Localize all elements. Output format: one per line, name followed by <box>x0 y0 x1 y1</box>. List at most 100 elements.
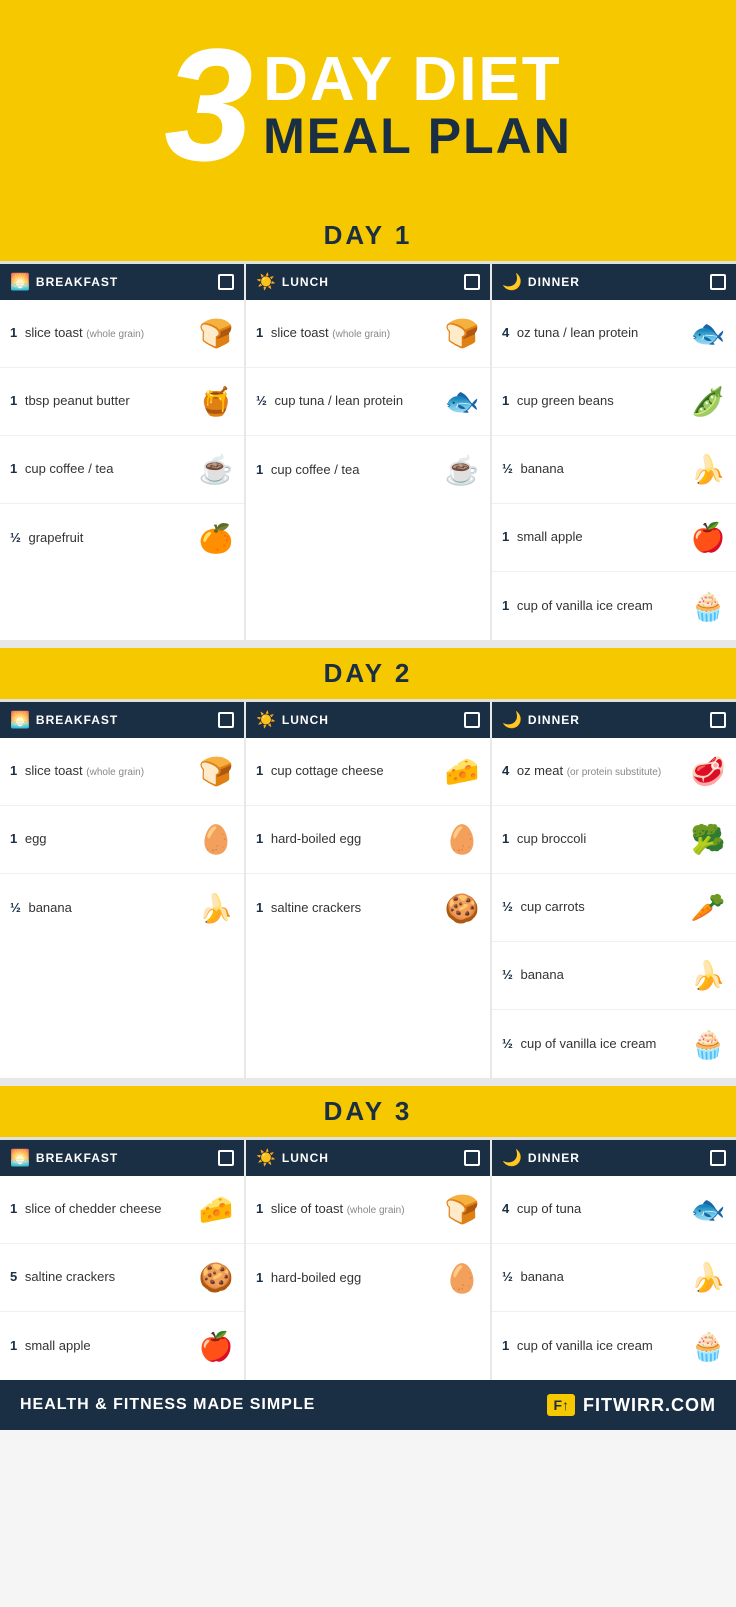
dinner-checkbox-day3[interactable] <box>710 1150 726 1166</box>
meal-item-name: cup of vanilla ice cream <box>517 598 653 613</box>
meal-item: 1 egg 🥚 <box>0 806 244 874</box>
meal-item-qty: 1 <box>502 529 513 544</box>
meal-item-text: 1 cup of vanilla ice cream <box>502 1338 684 1355</box>
dinner-col-day1: 🌙DINNER4 oz tuna / lean protein 🐟1 cup g… <box>492 264 736 640</box>
meal-item-name: cup cottage cheese <box>271 763 384 778</box>
meal-item-text: ½ banana <box>502 1269 684 1286</box>
meal-item-name: cup green beans <box>517 393 614 408</box>
meal-item-icon: 🍞 <box>444 1193 480 1226</box>
meal-item-icon: 🍪 <box>444 892 480 925</box>
meal-item-name: cup broccoli <box>517 831 586 846</box>
lunch-header-day3: ☀️LUNCH <box>246 1140 490 1176</box>
breakfast-checkbox-day2[interactable] <box>218 712 234 728</box>
meal-item: ½ cup tuna / lean protein 🐟 <box>246 368 490 436</box>
meal-item-text: 1 small apple <box>502 529 684 546</box>
meal-item-name: small apple <box>25 1338 91 1353</box>
meal-item-name: banana <box>520 1269 563 1284</box>
lunch-checkbox-day3[interactable] <box>464 1150 480 1166</box>
meal-item-icon: 🥚 <box>444 823 480 856</box>
meal-item-text: 5 saltine crackers <box>10 1269 192 1286</box>
meal-item: 1 slice toast (whole grain) 🍞 <box>246 300 490 368</box>
meal-item-icon: 🍞 <box>198 317 234 350</box>
lunch-header-day1: ☀️LUNCH <box>246 264 490 300</box>
meal-item-qty: ½ <box>10 530 24 545</box>
meal-item-icon: 🍯 <box>198 385 234 418</box>
lunch-checkbox-day1[interactable] <box>464 274 480 290</box>
meal-item-text: 1 slice toast (whole grain) <box>10 763 192 780</box>
meal-item-text: ½ cup of vanilla ice cream <box>502 1036 684 1053</box>
meal-item-name: slice of toast <box>271 1201 347 1216</box>
lunch-header-day2: ☀️LUNCH <box>246 702 490 738</box>
breakfast-icon-day3: 🌅 <box>10 1148 30 1168</box>
meal-item-icon: 🥚 <box>198 823 234 856</box>
day-banner-2: DAY 2 <box>0 648 736 699</box>
meal-item-name: slice of chedder cheese <box>25 1201 162 1216</box>
meal-item-icon: 🧁 <box>690 1330 726 1363</box>
meal-item-text: 1 hard-boiled egg <box>256 831 438 848</box>
meal-item-text: 1 slice toast (whole grain) <box>10 325 192 342</box>
meal-item-qty: 1 <box>10 461 21 476</box>
meal-item-name: hard-boiled egg <box>271 1270 361 1285</box>
meal-item-text: 1 small apple <box>10 1338 192 1355</box>
meal-item: ½ banana 🍌 <box>492 1244 736 1312</box>
meal-item-qty: 1 <box>10 325 21 340</box>
meal-item: 1 hard-boiled egg 🥚 <box>246 806 490 874</box>
meal-item-icon: 🥦 <box>690 823 726 856</box>
dinner-icon-day3: 🌙 <box>502 1148 522 1168</box>
meal-item-icon: 🍌 <box>690 1261 726 1294</box>
meal-item: 1 slice of chedder cheese 🧀 <box>0 1176 244 1244</box>
meal-item-icon: 🐟 <box>690 1193 726 1226</box>
meal-item-name: slice toast <box>271 325 332 340</box>
meal-item: 5 saltine crackers 🍪 <box>0 1244 244 1312</box>
meal-item-qty: ½ <box>10 900 24 915</box>
meal-item-qty: ½ <box>256 393 270 408</box>
breakfast-checkbox-day1[interactable] <box>218 274 234 290</box>
dinner-col-day2: 🌙DINNER4 oz meat (or protein substitute)… <box>492 702 736 1078</box>
footer-brand: F↑ FITWIRR.COM <box>547 1394 716 1416</box>
meal-item-name: banana <box>28 900 71 915</box>
meal-item-name: egg <box>25 831 47 846</box>
meal-item-name: banana <box>520 461 563 476</box>
meal-item-qty: ½ <box>502 899 516 914</box>
day-section-3: DAY 3🌅BREAKFAST1 slice of chedder cheese… <box>0 1086 736 1380</box>
lunch-checkbox-day2[interactable] <box>464 712 480 728</box>
meal-item-icon: 🍞 <box>198 755 234 788</box>
dinner-checkbox-day1[interactable] <box>710 274 726 290</box>
meal-item-sub: (whole grain) <box>347 1205 405 1216</box>
meal-item-sub: (or protein substitute) <box>567 767 662 778</box>
meal-item: 4 oz meat (or protein substitute)🥩 <box>492 738 736 806</box>
lunch-label-day1: LUNCH <box>282 275 329 289</box>
day-label-1: DAY 1 <box>324 220 413 250</box>
day-label-3: DAY 3 <box>324 1096 413 1126</box>
meal-item-text: 1 cup cottage cheese <box>256 763 438 780</box>
day-section-2: DAY 2🌅BREAKFAST1 slice toast (whole grai… <box>0 648 736 1078</box>
meal-item-icon: 🥕 <box>690 891 726 924</box>
meal-item-text: 1 cup coffee / tea <box>256 462 438 479</box>
meal-item: 1 cup of vanilla ice cream 🧁 <box>492 572 736 640</box>
meal-item-icon: 🐟 <box>444 385 480 418</box>
footer-tagline: HEALTH & FITNESS MADE SIMPLE <box>20 1396 315 1414</box>
meal-item-text: 1 hard-boiled egg <box>256 1270 438 1287</box>
meal-item-text: ½ cup carrots <box>502 899 684 916</box>
header-text: DAY DIET MEAL PLAN <box>263 49 572 161</box>
meal-item: 1 small apple 🍎 <box>492 504 736 572</box>
meal-item-qty: 1 <box>502 393 513 408</box>
meal-item: 1 small apple 🍎 <box>0 1312 244 1380</box>
dinner-checkbox-day2[interactable] <box>710 712 726 728</box>
meal-item-icon: 🍊 <box>198 522 234 555</box>
breakfast-icon-day2: 🌅 <box>10 710 30 730</box>
breakfast-checkbox-day3[interactable] <box>218 1150 234 1166</box>
breakfast-label-day1: BREAKFAST <box>36 275 118 289</box>
meal-item-icon: 🍞 <box>444 317 480 350</box>
meal-item: 4 oz tuna / lean protein 🐟 <box>492 300 736 368</box>
header-number: 3 <box>164 25 253 185</box>
meal-item: ½ grapefruit 🍊 <box>0 504 244 572</box>
meal-item-name: cup tuna / lean protein <box>274 393 403 408</box>
meal-item-qty: 1 <box>10 1338 21 1353</box>
meal-item-name: cup of vanilla ice cream <box>517 1338 653 1353</box>
meal-item-text: 1 egg <box>10 831 192 848</box>
meal-item-name: slice toast <box>25 763 86 778</box>
meal-item-name: saltine crackers <box>25 1269 115 1284</box>
meal-item-name: small apple <box>517 529 583 544</box>
meal-item-text: 1 slice toast (whole grain) <box>256 325 438 342</box>
